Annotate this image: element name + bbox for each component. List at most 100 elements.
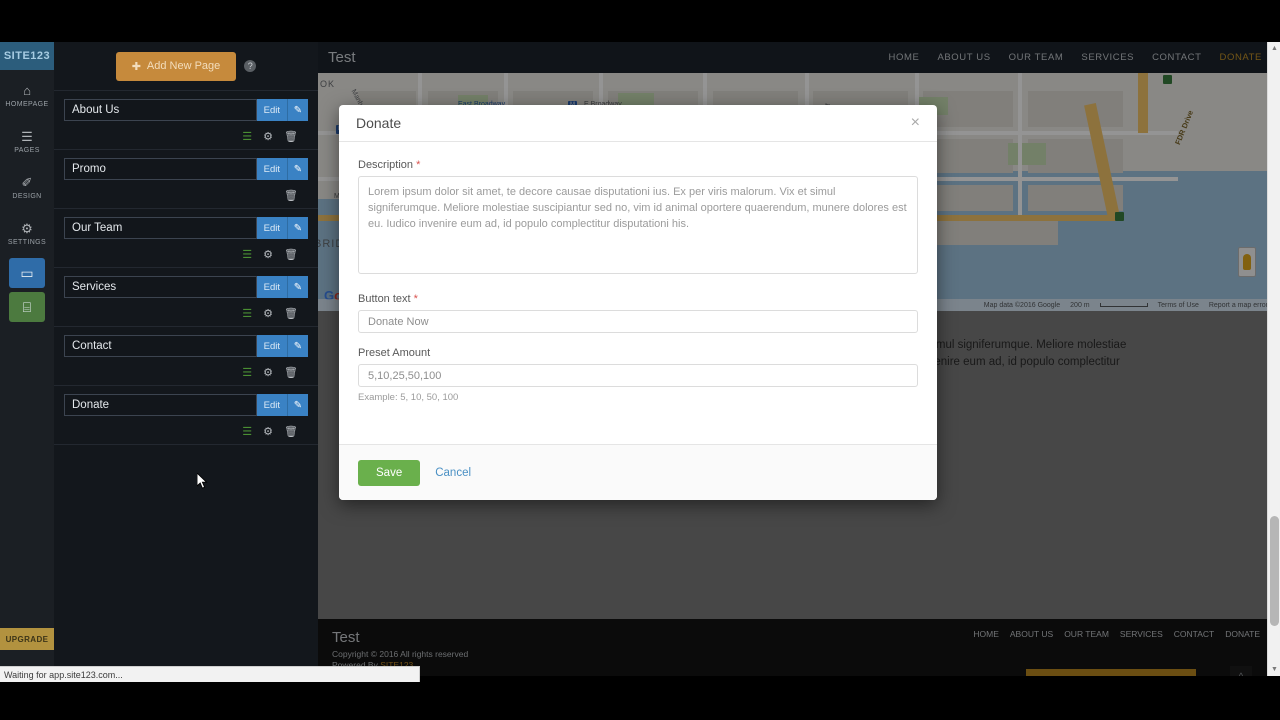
page-row: Edit ✎ ☰ ⚙ 🗑: [54, 267, 318, 326]
vertical-scrollbar[interactable]: ▲ ▼: [1267, 42, 1280, 676]
description-field-group: Description * Lorem ipsum dolor sit amet…: [358, 159, 918, 279]
add-new-page-label: Add New Page: [146, 60, 221, 72]
page-name-input[interactable]: [64, 276, 257, 298]
trash-icon[interactable]: 🗑: [284, 307, 298, 320]
drag-icon[interactable]: ☰: [242, 366, 252, 379]
page-row-top: Edit ✎: [64, 217, 308, 239]
page-edit-button[interactable]: Edit: [256, 394, 287, 416]
preset-amount-label: Preset Amount: [358, 347, 431, 359]
sidebar-item-pages[interactable]: ☰ PAGES: [0, 116, 54, 162]
site123-logo[interactable]: SITE123: [0, 42, 54, 70]
preset-amount-help-text: Example: 5, 10, 50, 100: [358, 392, 459, 403]
modal-header: Donate ×: [339, 105, 937, 142]
page-edit-button[interactable]: Edit: [256, 276, 287, 298]
page-edit-button[interactable]: Edit: [256, 335, 287, 357]
description-textarea[interactable]: Lorem ipsum dolor sit amet, te decore ca…: [358, 176, 918, 274]
pencil-icon[interactable]: ✎: [287, 335, 308, 357]
drag-icon[interactable]: ☰: [242, 248, 252, 261]
button-text-input[interactable]: [358, 310, 918, 333]
pencil-icon[interactable]: ✎: [287, 158, 308, 180]
page-row: Edit ✎ ☰ ⚙ 🗑: [54, 208, 318, 267]
gear-icon[interactable]: ⚙: [263, 307, 273, 320]
page-name-input[interactable]: [64, 217, 257, 239]
page-row: Edit ✎ ☰ ⚙ 🗑: [54, 90, 318, 149]
page-row-top: Edit ✎: [64, 335, 308, 357]
help-icon[interactable]: ?: [244, 60, 257, 72]
page-name-input[interactable]: [64, 335, 257, 357]
preset-amount-field-group: Preset Amount Example: 5, 10, 50, 100: [358, 347, 918, 403]
brush-icon: ✐: [21, 175, 33, 190]
scroll-down-icon[interactable]: ▼: [1268, 663, 1280, 676]
sidebar-item-homepage[interactable]: ⌂ HOMEPAGE: [0, 70, 54, 116]
app-window: SITE123 ⌂ HOMEPAGE ☰ PAGES ✐ DESIGN ⚙ SE…: [0, 42, 1280, 676]
sidebar-item-label: SETTINGS: [7, 239, 47, 246]
page-name-input[interactable]: [64, 158, 257, 180]
scrollbar-thumb[interactable]: [1270, 516, 1279, 626]
button-text-field-group: Button text *: [358, 293, 918, 333]
page-row-top: Edit ✎: [64, 99, 308, 121]
pencil-icon[interactable]: ✎: [287, 99, 308, 121]
add-new-page-button[interactable]: ✚ Add New Page: [115, 51, 237, 81]
gear-icon[interactable]: ⚙: [263, 425, 273, 438]
sidebar-item-label: HOMEPAGE: [5, 101, 49, 108]
close-icon[interactable]: ×: [911, 115, 920, 131]
page-edit-button[interactable]: Edit: [256, 99, 287, 121]
pages-panel: ✚ Add New Page ? Edit ✎ ☰ ⚙ 🗑: [54, 42, 318, 676]
home-icon: ⌂: [23, 83, 31, 98]
desktop-view-button[interactable]: ▭: [9, 258, 45, 288]
trash-icon[interactable]: 🗑: [284, 366, 298, 379]
page-name-input[interactable]: [64, 99, 257, 121]
page-row-top: Edit ✎: [64, 158, 308, 180]
browser-status-bar: Waiting for app.site123.com...: [0, 666, 420, 682]
drag-icon[interactable]: ☰: [242, 307, 252, 320]
drag-icon[interactable]: ☰: [242, 425, 252, 438]
cancel-button[interactable]: Cancel: [435, 467, 471, 479]
sidebar-rail: SITE123 ⌂ HOMEPAGE ☰ PAGES ✐ DESIGN ⚙ SE…: [0, 42, 54, 676]
required-marker: *: [416, 159, 421, 171]
trash-icon[interactable]: 🗑: [284, 130, 298, 143]
description-label: Description *: [358, 159, 918, 171]
plus-icon: ✚: [131, 60, 141, 73]
page-edit-button[interactable]: Edit: [256, 158, 287, 180]
gear-icon[interactable]: ⚙: [263, 130, 273, 143]
trash-icon[interactable]: 🗑: [284, 425, 298, 438]
donate-settings-modal: Donate × Description * Lorem ipsum dolor…: [339, 105, 937, 500]
preset-amount-input[interactable]: [358, 364, 918, 387]
page-name-input[interactable]: [64, 394, 257, 416]
page-row: Edit ✎ 🗑: [54, 149, 318, 208]
desktop-icon: ▭: [20, 264, 34, 281]
gear-icon[interactable]: ⚙: [263, 248, 273, 261]
mobile-icon: ⌸: [22, 298, 32, 315]
page-edit-button[interactable]: Edit: [256, 217, 287, 239]
page-row: Edit ✎ ☰ ⚙ 🗑: [54, 385, 318, 445]
upgrade-button[interactable]: UPGRADE: [0, 628, 54, 650]
sidebar-item-settings[interactable]: ⚙ SETTINGS: [0, 208, 54, 254]
modal-footer: Save Cancel: [339, 444, 937, 500]
mobile-view-button[interactable]: ⌸: [9, 292, 45, 322]
pencil-icon[interactable]: ✎: [287, 394, 308, 416]
page-row-tools: ☰ ⚙ 🗑: [64, 130, 308, 143]
trash-icon[interactable]: 🗑: [284, 248, 298, 261]
modal-title: Donate: [356, 115, 402, 131]
screen: SITE123 ⌂ HOMEPAGE ☰ PAGES ✐ DESIGN ⚙ SE…: [0, 0, 1280, 720]
save-button[interactable]: Save: [358, 459, 421, 486]
page-row-tools: ☰ ⚙ 🗑: [64, 248, 308, 261]
bottom-black-bar: [0, 682, 1280, 720]
page-row-top: Edit ✎: [64, 276, 308, 298]
scroll-up-icon[interactable]: ▲: [1268, 42, 1280, 55]
drag-icon[interactable]: ☰: [242, 130, 252, 143]
sidebar-item-design[interactable]: ✐ DESIGN: [0, 162, 54, 208]
sidebar-item-label: DESIGN: [12, 193, 42, 200]
pencil-icon[interactable]: ✎: [287, 276, 308, 298]
gear-icon[interactable]: ⚙: [263, 366, 273, 379]
page-row: Edit ✎ ☰ ⚙ 🗑: [54, 326, 318, 385]
modal-body: Description * Lorem ipsum dolor sit amet…: [339, 142, 937, 444]
page-row-tools: ☰ ⚙ 🗑: [64, 307, 308, 320]
button-text-label-text: Button text: [358, 293, 411, 305]
trash-icon[interactable]: 🗑: [284, 189, 298, 202]
pencil-icon[interactable]: ✎: [287, 217, 308, 239]
pages-panel-header: ✚ Add New Page ?: [54, 42, 318, 90]
page-row-tools: ☰ ⚙ 🗑: [64, 366, 308, 379]
page-row-tools: 🗑: [64, 189, 308, 202]
pages-icon: ☰: [21, 129, 33, 144]
